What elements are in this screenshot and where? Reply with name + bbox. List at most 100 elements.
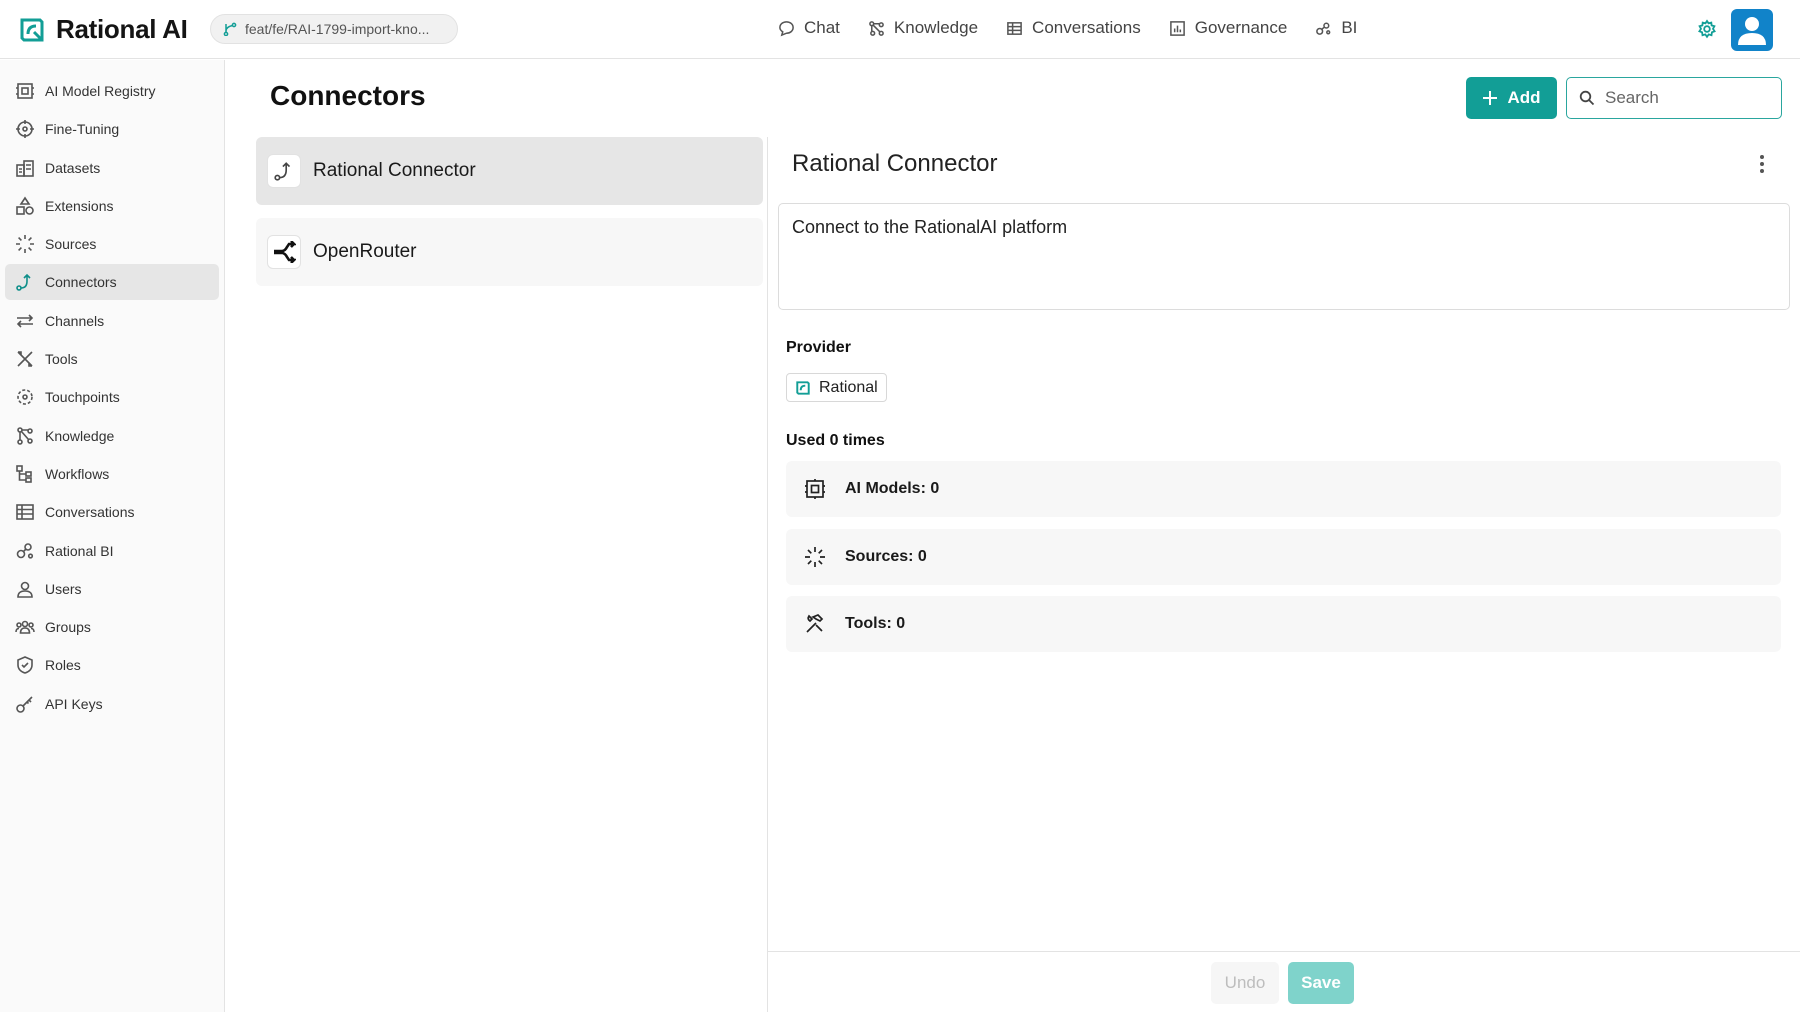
page-title: Connectors bbox=[270, 80, 426, 111]
add-button-label: Add bbox=[1507, 88, 1541, 107]
sidebar-item-sources[interactable]: Sources bbox=[5, 226, 219, 262]
knowledge-graph-icon bbox=[869, 20, 884, 36]
more-options-icon[interactable] bbox=[1755, 152, 1769, 176]
topnav-conversations[interactable]: Conversations bbox=[1006, 18, 1141, 38]
sidebar-item-users[interactable]: Users bbox=[5, 571, 219, 607]
group-icon bbox=[15, 620, 35, 634]
datasets-icon bbox=[16, 159, 34, 177]
bi-nodes-icon bbox=[16, 542, 34, 559]
search-box bbox=[1566, 77, 1782, 119]
topnav-label: BI bbox=[1341, 18, 1358, 37]
sidebar-item-tools[interactable]: Tools bbox=[5, 341, 219, 377]
git-branch-icon bbox=[223, 22, 237, 36]
connector-icon-tile bbox=[267, 154, 301, 188]
usage-row-sources[interactable]: Sources: 0 bbox=[786, 529, 1781, 585]
detail-title: Rational Connector bbox=[792, 150, 998, 177]
undo-button[interactable]: Undo bbox=[1211, 962, 1279, 1004]
sidebar-item-label: Sources bbox=[45, 236, 97, 253]
sidebar-item-fine-tuning[interactable]: Fine-Tuning bbox=[5, 111, 219, 147]
add-button[interactable]: Add bbox=[1466, 77, 1557, 119]
openrouter-logo-icon bbox=[274, 241, 296, 263]
provider-label: Provider bbox=[786, 339, 851, 356]
branch-name: feat/fe/RAI-1799-import-kno... bbox=[245, 21, 430, 37]
sidebar-item-extensions[interactable]: Extensions bbox=[5, 188, 219, 224]
sidebar-item-knowledge[interactable]: Knowledge bbox=[5, 418, 219, 454]
sidebar-item-workflows[interactable]: Workflows bbox=[5, 456, 219, 492]
sidebar-item-roles[interactable]: Roles bbox=[5, 647, 219, 683]
connector-list-item-rational-connector[interactable]: Rational Connector bbox=[256, 137, 763, 205]
sidebar-item-datasets[interactable]: Datasets bbox=[5, 150, 219, 186]
chip-icon bbox=[805, 479, 825, 499]
sidebar-item-label: Tools bbox=[45, 351, 78, 368]
sidebar-item-label: Touchpoints bbox=[45, 389, 120, 406]
touchpoint-icon bbox=[17, 389, 33, 406]
topnav-chat[interactable]: Chat bbox=[778, 18, 840, 38]
bi-nodes-icon bbox=[1316, 22, 1331, 35]
sidebar-item-label: Knowledge bbox=[45, 427, 115, 444]
sidebar-item-touchpoints[interactable]: Touchpoints bbox=[5, 379, 219, 415]
sidebar-item-connectors[interactable]: Connectors bbox=[5, 264, 219, 301]
loader-icon bbox=[805, 547, 825, 567]
usage-count-label: Used 0 times bbox=[786, 432, 885, 449]
table-icon bbox=[1007, 21, 1022, 35]
user-avatar[interactable] bbox=[1731, 9, 1773, 51]
key-icon bbox=[16, 696, 33, 713]
connector-icon-tile bbox=[267, 235, 301, 269]
usage-row-label: Sources: 0 bbox=[845, 548, 927, 565]
topnav-label: Governance bbox=[1194, 18, 1288, 37]
usage-row-label: Tools: 0 bbox=[845, 615, 906, 632]
sidebar-item-label: Channels bbox=[45, 312, 105, 329]
connector-list: Rational Connector OpenRouter bbox=[256, 137, 763, 299]
shapes-icon bbox=[16, 196, 34, 215]
connector-name: OpenRouter bbox=[313, 241, 417, 262]
app-logo[interactable]: Rational AI bbox=[18, 14, 188, 45]
provider-chip[interactable]: Rational bbox=[786, 373, 887, 402]
plus-icon bbox=[1483, 91, 1498, 105]
sidebar-item-label: Connectors bbox=[45, 274, 117, 291]
topnav-label: Conversations bbox=[1032, 18, 1141, 37]
usage-row-ai-models[interactable]: AI Models: 0 bbox=[786, 461, 1781, 517]
sidebar: AI Model Registry Fine-Tuning Datasets E… bbox=[0, 60, 225, 1012]
chat-bubble-icon bbox=[779, 20, 794, 36]
sidebar-item-label: Users bbox=[45, 580, 82, 597]
knowledge-graph-icon bbox=[17, 426, 33, 445]
branch-selector[interactable]: feat/fe/RAI-1799-import-kno... bbox=[210, 14, 458, 44]
sidebar-item-ai-model-registry[interactable]: AI Model Registry bbox=[5, 73, 219, 109]
sidebar-item-rational-bi[interactable]: Rational BI bbox=[5, 533, 219, 569]
sidebar-item-groups[interactable]: Groups bbox=[5, 609, 219, 645]
sidebar-item-label: Conversations bbox=[45, 504, 135, 521]
topnav-knowledge[interactable]: Knowledge bbox=[868, 18, 978, 38]
sidebar-item-label: AI Model Registry bbox=[45, 83, 156, 99]
topnav-governance[interactable]: Governance bbox=[1169, 18, 1288, 38]
save-button[interactable]: Save bbox=[1288, 962, 1354, 1004]
user-icon bbox=[17, 581, 33, 598]
connector-name: Rational Connector bbox=[313, 160, 476, 181]
top-navigation: Chat Knowledge Conversations Governance … bbox=[778, 18, 1357, 38]
workflow-icon bbox=[16, 465, 32, 483]
sidebar-item-channels[interactable]: Channels bbox=[5, 303, 219, 339]
rational-logo-icon bbox=[796, 380, 810, 395]
connector-icon bbox=[274, 162, 291, 181]
sidebar-item-label: Rational BI bbox=[45, 542, 114, 559]
sidebar-item-conversations[interactable]: Conversations bbox=[5, 494, 219, 530]
connector-list-item-openrouter[interactable]: OpenRouter bbox=[256, 218, 763, 286]
sidebar-item-api-keys[interactable]: API Keys bbox=[5, 686, 219, 722]
usage-row-tools[interactable]: Tools: 0 bbox=[786, 596, 1781, 652]
sidebar-item-label: Datasets bbox=[45, 159, 101, 176]
search-icon bbox=[1579, 90, 1595, 106]
sidebar-item-label: Groups bbox=[45, 619, 91, 636]
panel-divider bbox=[767, 137, 768, 1012]
crosshair-icon bbox=[16, 120, 34, 139]
search-input[interactable] bbox=[1605, 88, 1765, 108]
topnav-label: Knowledge bbox=[893, 18, 979, 37]
shield-check-icon bbox=[17, 656, 33, 675]
sidebar-item-label: Roles bbox=[45, 657, 81, 674]
topnav-bi[interactable]: BI bbox=[1315, 18, 1357, 38]
sidebar-item-label: Extensions bbox=[45, 197, 114, 214]
loader-icon bbox=[16, 235, 34, 254]
sidebar-item-label: Workflows bbox=[45, 465, 110, 482]
table-icon bbox=[16, 504, 34, 521]
usage-row-label: AI Models: 0 bbox=[845, 480, 940, 497]
description-field[interactable]: Connect to the RationalAI platform bbox=[778, 203, 1790, 310]
settings-gear-icon[interactable] bbox=[1697, 19, 1717, 39]
